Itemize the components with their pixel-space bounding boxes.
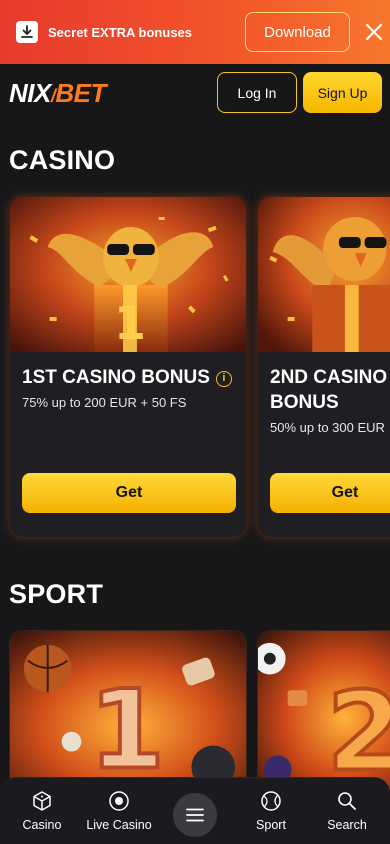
bottom-navigation: Casino Live Casino Sport Search: [0, 777, 390, 844]
nav-label: Casino: [22, 818, 62, 832]
nav-label: Search: [327, 818, 367, 832]
sport-bonus-card-1[interactable]: 1: [9, 630, 247, 790]
casino-bonus-card-2[interactable]: 2ND CASINO BONUS 50% up to 300 EUR Get: [257, 196, 390, 538]
dice-icon: [33, 791, 51, 811]
nav-item-search[interactable]: Search: [322, 778, 372, 844]
gift-number: 1: [114, 296, 146, 350]
close-icon[interactable]: [362, 20, 386, 44]
download-button[interactable]: Download: [245, 12, 350, 52]
card-title: 2ND CASINO BONUS: [270, 367, 388, 413]
sport-number: 1: [89, 666, 165, 789]
casino-bonus-card-1[interactable]: 1 1ST CASINO BONUS i 75% up to 200 EUR + …: [9, 196, 247, 538]
nav-label: Sport: [256, 818, 286, 832]
get-bonus-button[interactable]: Get: [270, 473, 390, 513]
promo-text: Secret EXTRA bonuses: [48, 24, 193, 40]
card-title: 1ST CASINO BONUS i: [22, 365, 232, 390]
signup-button[interactable]: Sign Up: [303, 72, 382, 113]
sport-illustration: 1: [10, 631, 246, 789]
casino-section-title: CASINO: [9, 145, 116, 175]
sport-section-title: SPORT: [9, 579, 104, 609]
nav-item-live-casino[interactable]: Live Casino: [82, 778, 156, 844]
site-header: NIX/BET Log In Sign Up: [0, 64, 390, 122]
bonus-illustration: 1: [10, 197, 246, 352]
info-icon[interactable]: i: [215, 370, 232, 387]
sport-bonus-card-2[interactable]: 2: [257, 630, 390, 790]
nixbet-logo[interactable]: NIX/BET: [9, 78, 106, 109]
sport-number: 2: [327, 668, 390, 789]
nav-label: Live Casino: [86, 818, 152, 832]
chip-icon: [109, 791, 129, 811]
menu-button[interactable]: [173, 793, 217, 837]
ball-icon: [261, 791, 281, 811]
download-icon: [16, 21, 38, 43]
promo-banner[interactable]: Secret EXTRA bonuses Download: [0, 0, 390, 64]
nav-item-sport[interactable]: Sport: [250, 778, 292, 844]
login-button[interactable]: Log In: [217, 72, 297, 113]
menu-icon: [186, 808, 204, 822]
page: Secret EXTRA bonuses Download NIX/BET Lo…: [0, 0, 390, 844]
search-icon: [338, 792, 356, 810]
card-description: 75% up to 200 EUR + 50 FS: [22, 395, 187, 410]
nav-item-casino[interactable]: Casino: [18, 778, 66, 844]
get-bonus-button[interactable]: Get: [22, 473, 236, 513]
card-description: 50% up to 300 EUR: [270, 420, 385, 435]
bonus-illustration: [258, 197, 390, 352]
sport-illustration: 2: [258, 631, 390, 789]
